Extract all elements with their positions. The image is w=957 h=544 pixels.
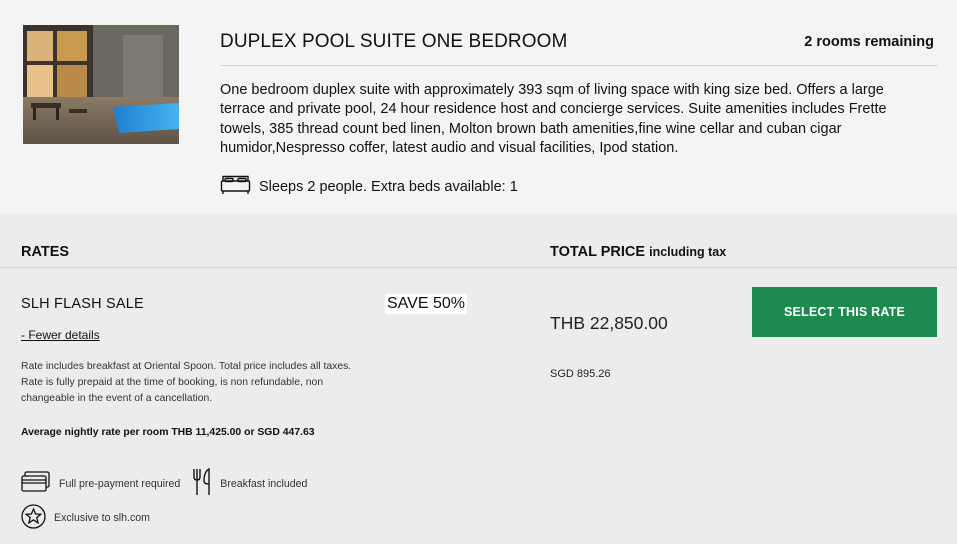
- sleeps-info: Sleeps 2 people. Extra beds available: 1: [220, 174, 518, 199]
- rates-section: RATES TOTAL PRICE including tax SLH FLAS…: [0, 214, 957, 544]
- total-price-label: TOTAL PRICE: [550, 244, 646, 260]
- feature-breakfast: Breakfast included: [192, 467, 308, 499]
- credit-card-icon: [21, 471, 59, 496]
- bed-icon: [220, 174, 259, 199]
- select-rate-button[interactable]: SELECT THIS RATE: [752, 287, 937, 337]
- rates-divider: [0, 267, 957, 268]
- rates-heading: RATES: [21, 244, 70, 260]
- feature-exclusive: Exclusive to slh.com: [21, 504, 150, 532]
- feature-label: Full pre-payment required: [59, 477, 181, 490]
- rate-features-exclusive: Exclusive to slh.com: [21, 504, 162, 532]
- rate-features: Full pre-payment required Breakfast incl…: [21, 467, 319, 499]
- room-card: DUPLEX POOL SUITE ONE BEDROOM 2 rooms re…: [0, 0, 957, 214]
- total-price-sgd: SGD 895.26: [550, 368, 611, 380]
- rooms-remaining: 2 rooms remaining: [804, 34, 934, 50]
- total-price-thb: THB 22,850.00: [550, 313, 668, 333]
- save-badge: SAVE 50%: [385, 294, 467, 314]
- rate-name: SLH FLASH SALE: [21, 296, 144, 312]
- total-price-heading: TOTAL PRICE including tax: [550, 244, 726, 260]
- total-price-suffix: including tax: [649, 245, 727, 259]
- feature-prepayment: Full pre-payment required: [21, 471, 180, 496]
- average-nightly-rate: Average nightly rate per room THB 11,425…: [21, 427, 315, 438]
- feature-label: Exclusive to slh.com: [54, 512, 150, 524]
- room-description: One bedroom duplex suite with approximat…: [220, 82, 887, 157]
- room-title: DUPLEX POOL SUITE ONE BEDROOM: [220, 31, 568, 52]
- fewer-details-link[interactable]: - Fewer details: [21, 328, 100, 342]
- room-photo[interactable]: [23, 25, 179, 144]
- sleeps-text: Sleeps 2 people. Extra beds available: 1: [259, 178, 518, 195]
- feature-label: Breakfast included: [220, 477, 308, 490]
- title-divider: [220, 65, 938, 66]
- star-icon: [21, 504, 54, 532]
- rate-info: Rate includes breakfast at Oriental Spoo…: [21, 361, 352, 404]
- fork-knife-icon: [192, 467, 220, 499]
